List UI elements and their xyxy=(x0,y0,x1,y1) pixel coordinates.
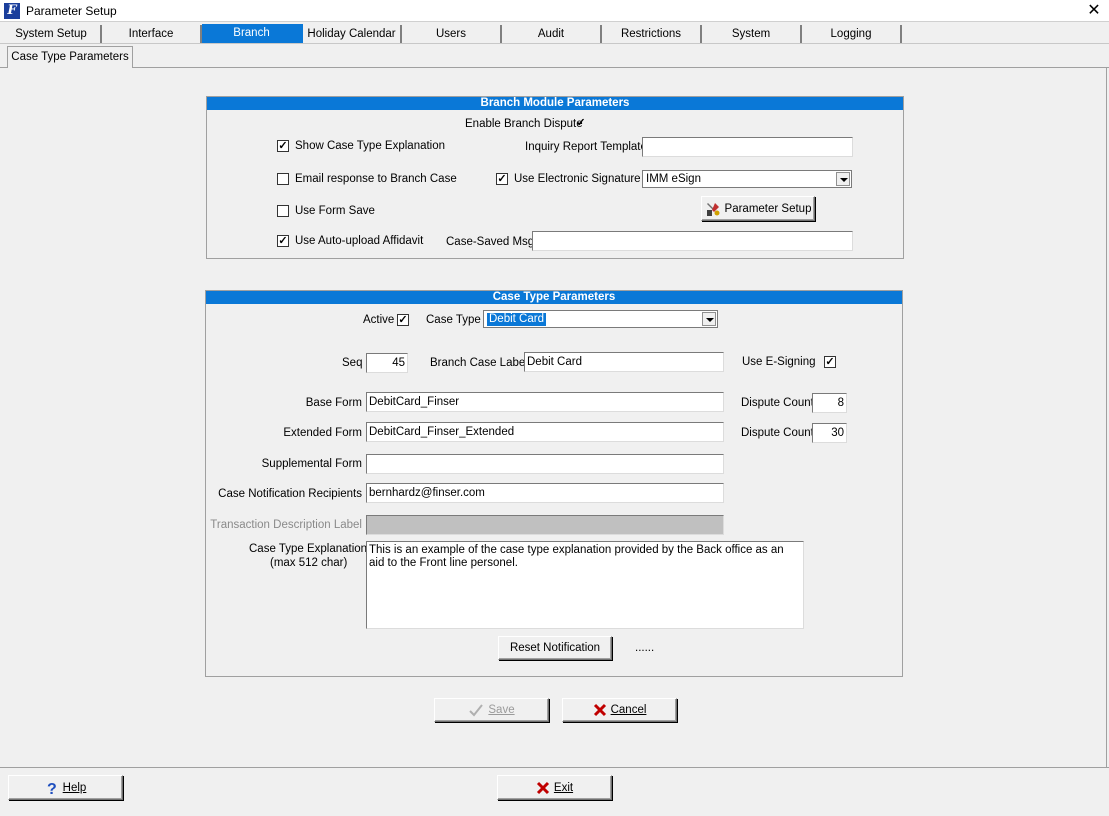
tab-restrictions[interactable]: Restrictions xyxy=(602,25,702,43)
save-button[interactable]: Save xyxy=(434,698,549,722)
show-case-type-explanation-label: Show Case Type Explanation xyxy=(295,140,446,152)
seq-input[interactable]: 45 xyxy=(366,353,408,373)
tab-audit[interactable]: Audit xyxy=(502,25,602,43)
case-type-explanation-sublabel: (max 512 char) xyxy=(270,557,348,569)
case-saved-msg-label: Case-Saved Msg xyxy=(446,236,535,248)
dispute-count-label: Dispute Count xyxy=(741,397,814,409)
help-label: Help xyxy=(62,781,87,794)
seq-label: Seq xyxy=(342,357,363,369)
window-title: Parameter Setup xyxy=(26,4,117,18)
panel-border xyxy=(1106,68,1107,768)
enable-branch-dispute-checkbox[interactable]: ✓ xyxy=(575,118,587,130)
base-form-label: Base Form xyxy=(305,397,362,409)
dispute-count-input[interactable]: 8 xyxy=(812,393,847,413)
tab-system-setup[interactable]: System Setup xyxy=(2,25,102,43)
chevron-down-icon[interactable] xyxy=(702,312,716,326)
close-icon[interactable]: ✕ xyxy=(1080,0,1108,22)
tab-branch[interactable]: Branch xyxy=(202,24,303,44)
parameter-setup-button[interactable]: Parameter Setup xyxy=(701,196,815,221)
help-icon: ? xyxy=(47,781,57,796)
electronic-signature-select[interactable]: IMM eSign xyxy=(642,170,852,188)
cancel-button[interactable]: Cancel xyxy=(562,698,677,722)
branch-module-header: Branch Module Parameters xyxy=(207,97,903,110)
extended-form-label: Extended Form xyxy=(283,427,362,439)
tab-holiday-calendar[interactable]: Holiday Calendar xyxy=(303,25,402,43)
use-electronic-signature-checkbox[interactable]: ✓ xyxy=(496,173,508,185)
subtab-divider xyxy=(0,67,7,68)
inquiry-report-template-label: Inquiry Report Template xyxy=(525,141,647,153)
show-case-type-explanation-checkbox[interactable]: ✓ xyxy=(277,140,289,152)
dispute-count-input[interactable]: 30 xyxy=(812,423,847,443)
branch-case-label-label: Branch Case Label xyxy=(430,357,528,369)
dispute-count-label: Dispute Count xyxy=(741,427,814,439)
chevron-down-icon[interactable] xyxy=(836,172,850,186)
save-label: Save xyxy=(488,704,515,716)
case-type-label: Case Type xyxy=(426,314,481,326)
use-form-save-label: Use Form Save xyxy=(295,205,375,217)
case-type-selected: Debit Card xyxy=(487,313,546,326)
use-esigning-label: Use E-Signing xyxy=(742,356,816,368)
parameter-setup-label: Parameter Setup xyxy=(724,202,812,215)
inquiry-report-template-input[interactable] xyxy=(642,137,853,157)
help-button[interactable]: ? Help xyxy=(8,775,123,800)
tab-interface[interactable]: Interface xyxy=(102,25,202,43)
reset-notification-button[interactable]: Reset Notification xyxy=(498,636,612,660)
use-esigning-checkbox[interactable]: ✓ xyxy=(824,356,836,368)
case-type-header: Case Type Parameters xyxy=(206,291,902,304)
case-notification-recipients-label: Case Notification Recipients xyxy=(218,488,362,500)
exit-label: Exit xyxy=(553,781,574,794)
footer-divider xyxy=(0,767,1109,768)
tab-logging[interactable]: Logging xyxy=(802,25,902,43)
exit-x-icon xyxy=(536,781,549,794)
checkmark-icon xyxy=(469,704,484,717)
supplemental-form-label: Supplemental Form xyxy=(261,458,362,470)
transaction-description-label-input xyxy=(366,515,724,535)
case-notification-recipients-input[interactable]: bernhardz@finser.com xyxy=(366,483,724,503)
subtab-case-type-parameters[interactable]: Case Type Parameters xyxy=(7,46,133,68)
active-label: Active xyxy=(363,314,395,326)
use-auto-upload-checkbox[interactable]: ✓ xyxy=(277,235,289,247)
electronic-signature-selected: IMM eSign xyxy=(646,173,701,185)
active-checkbox[interactable]: ✓ xyxy=(397,314,409,326)
exit-button[interactable]: Exit xyxy=(497,775,612,800)
ellipsis-text: ...... xyxy=(635,642,655,654)
email-response-checkbox[interactable] xyxy=(277,173,289,185)
use-auto-upload-label: Use Auto-upload Affidavit xyxy=(295,235,424,247)
svg-text:?: ? xyxy=(47,781,57,796)
transaction-description-label-label: Transaction Description Label xyxy=(210,519,362,531)
case-type-explanation-textarea[interactable]: This is an example of the case type expl… xyxy=(366,541,804,629)
tools-icon xyxy=(706,202,720,216)
case-type-select[interactable]: Debit Card xyxy=(483,310,718,328)
case-saved-msg-input[interactable] xyxy=(532,231,853,251)
tab-system[interactable]: System xyxy=(702,25,802,43)
extended-form-input[interactable]: DebitCard_Finser_Extended xyxy=(366,422,724,442)
enable-branch-dispute-label: Enable Branch Dispute xyxy=(465,118,583,130)
supplemental-form-input[interactable] xyxy=(366,454,724,474)
use-electronic-signature-label: Use Electronic Signature xyxy=(514,173,641,185)
email-response-label: Email response to Branch Case xyxy=(295,173,457,185)
cancel-x-icon xyxy=(593,703,606,717)
base-form-input[interactable]: DebitCard_Finser xyxy=(366,392,724,412)
cancel-label: Cancel xyxy=(610,704,647,716)
tab-users[interactable]: Users xyxy=(402,25,502,43)
subtab-divider xyxy=(133,67,1109,68)
branch-case-label-input[interactable]: Debit Card xyxy=(524,352,724,372)
title-bar: F Parameter Setup ✕ xyxy=(0,0,1109,22)
app-icon: F xyxy=(4,3,20,19)
tabs-divider xyxy=(0,43,1109,44)
use-form-save-checkbox[interactable] xyxy=(277,205,289,217)
